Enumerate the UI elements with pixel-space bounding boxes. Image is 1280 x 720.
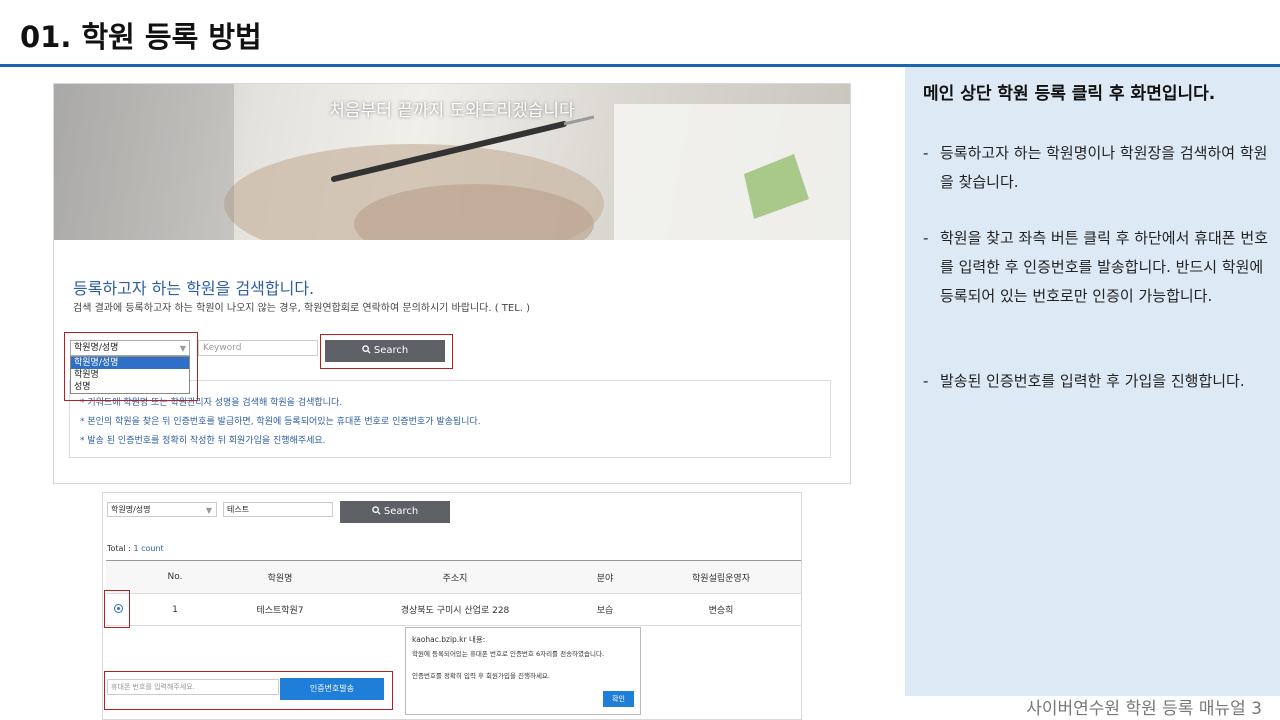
search-type-select[interactable]: 학원명/성명 ▼: [107, 502, 217, 517]
instruction-item: - 등록하고자 하는 학원명이나 학원장을 검색하여 학원을 찾습니다.: [923, 139, 1273, 197]
banner-image: 처음부터 끝까지 도와드리겠습니다: [54, 84, 850, 240]
search-description: 검색 결과에 등록하고자 하는 학원이 나오지 않는 경우, 학원연합회로 연락…: [73, 303, 531, 314]
row-owner: 변승희: [640, 593, 801, 626]
instruction-panel: 메인 상단 학원 등록 클릭 후 화면입니다. - 등록하고자 하는 학원명이나…: [905, 67, 1280, 696]
table-row[interactable]: 1 테스트학원7 경상북도 구미시 산업로 228 보습 변승희: [106, 593, 801, 626]
search-heading: 등록하고자 하는 학원을 검색합니다.: [73, 279, 315, 298]
instruction-item: - 학원을 찾고 좌측 버튼 클릭 후 하단에서 휴대폰 번호를 입력한 후 인…: [923, 224, 1273, 311]
alert-ok-button[interactable]: 확인: [603, 691, 634, 707]
banner-text: 처음부터 끝까지 도와드리겠습니다: [329, 101, 575, 121]
select-value: 학원명/성명: [111, 505, 151, 514]
bullet-dash: -: [923, 229, 929, 247]
slide-title: 01. 학원 등록 방법: [20, 20, 262, 54]
instruction-text: 등록하고자 하는 학원명이나 학원장을 검색하여 학원을 찾습니다.: [940, 144, 1268, 191]
instruction-text: 발송된 인증번호를 입력한 후 가입을 진행합니다.: [940, 372, 1245, 390]
column-header: 학원설립운영자: [640, 560, 801, 594]
instruction-heading: 메인 상단 학원 등록 클릭 후 화면입니다.: [923, 84, 1216, 104]
alert-message: 인증번호를 정확히 입력 후 회원가입을 진행하세요.: [412, 672, 550, 680]
results-table: No. 학원명 주소지 분야 학원설립운영자 1 테스트학원7 경상북도 구미시…: [106, 560, 801, 626]
footer-page-label: 사이버연수원 학원 등록 매뉴얼 3: [1026, 699, 1262, 719]
alert-dialog: kaohac.bzip.kr 내용: 학원에 등록되어있는 휴대폰 번호로 인증…: [405, 627, 641, 715]
search-button-label: Search: [383, 506, 419, 517]
highlight-phone-box: [104, 671, 393, 710]
search-page-screenshot: 처음부터 끝까지 도와드리겠습니다 등록하고자 하는 학원을 검색합니다. 검색…: [53, 83, 851, 484]
row-field: 보습: [570, 593, 640, 626]
row-address: 경상북도 구미시 산업로 228: [340, 593, 570, 626]
search-icon: [371, 506, 381, 515]
chevron-down-icon: ▼: [205, 506, 212, 515]
info-line: * 본인의 학원을 찾은 뒤 인증번호를 발급하면, 학원에 등록되어있는 휴대…: [80, 417, 481, 427]
alert-message: 학원에 등록되어있는 휴대폰 번호로 인증번호 6자리를 전송하였습니다.: [412, 650, 605, 658]
total-count: Total : 1 count: [107, 544, 164, 553]
search-button[interactable]: Search: [340, 501, 450, 523]
slide: 01. 학원 등록 방법 처음부터 끝까지 도와드리겠습니다 등록하고자 하는 …: [0, 0, 1280, 720]
bullet-dash: -: [923, 372, 929, 390]
column-header: 분야: [570, 560, 640, 594]
highlight-radio-box: [104, 590, 130, 628]
highlight-search-box: [320, 334, 453, 369]
keyword-input[interactable]: Keyword: [198, 340, 318, 356]
column-header: No.: [130, 560, 220, 594]
instruction-item: - 발송된 인증번호를 입력한 후 가입을 진행합니다.: [923, 367, 1273, 396]
row-no: 1: [130, 593, 220, 626]
results-page-screenshot: 학원명/성명 ▼ 테스트 Search Total : 1 count No. …: [102, 492, 802, 720]
info-line: * 발송 된 인증번호를 정확히 작성한 뒤 회원가입을 진행해주세요.: [80, 436, 326, 446]
column-header: 주소지: [340, 560, 570, 594]
column-header: 학원명: [220, 560, 340, 594]
total-value: 1 count: [133, 544, 164, 553]
keyword-input[interactable]: 테스트: [223, 502, 333, 517]
row-name: 테스트학원7: [220, 593, 340, 626]
total-label: Total :: [107, 544, 134, 553]
column-header-select: [106, 560, 130, 594]
highlight-select-box: [64, 332, 198, 401]
bullet-dash: -: [923, 144, 929, 162]
table-header-row: No. 학원명 주소지 분야 학원설립운영자: [106, 560, 801, 594]
alert-title: kaohac.bzip.kr 내용:: [412, 635, 486, 644]
instruction-text: 학원을 찾고 좌측 버튼 클릭 후 하단에서 휴대폰 번호를 입력한 후 인증번…: [940, 229, 1268, 305]
